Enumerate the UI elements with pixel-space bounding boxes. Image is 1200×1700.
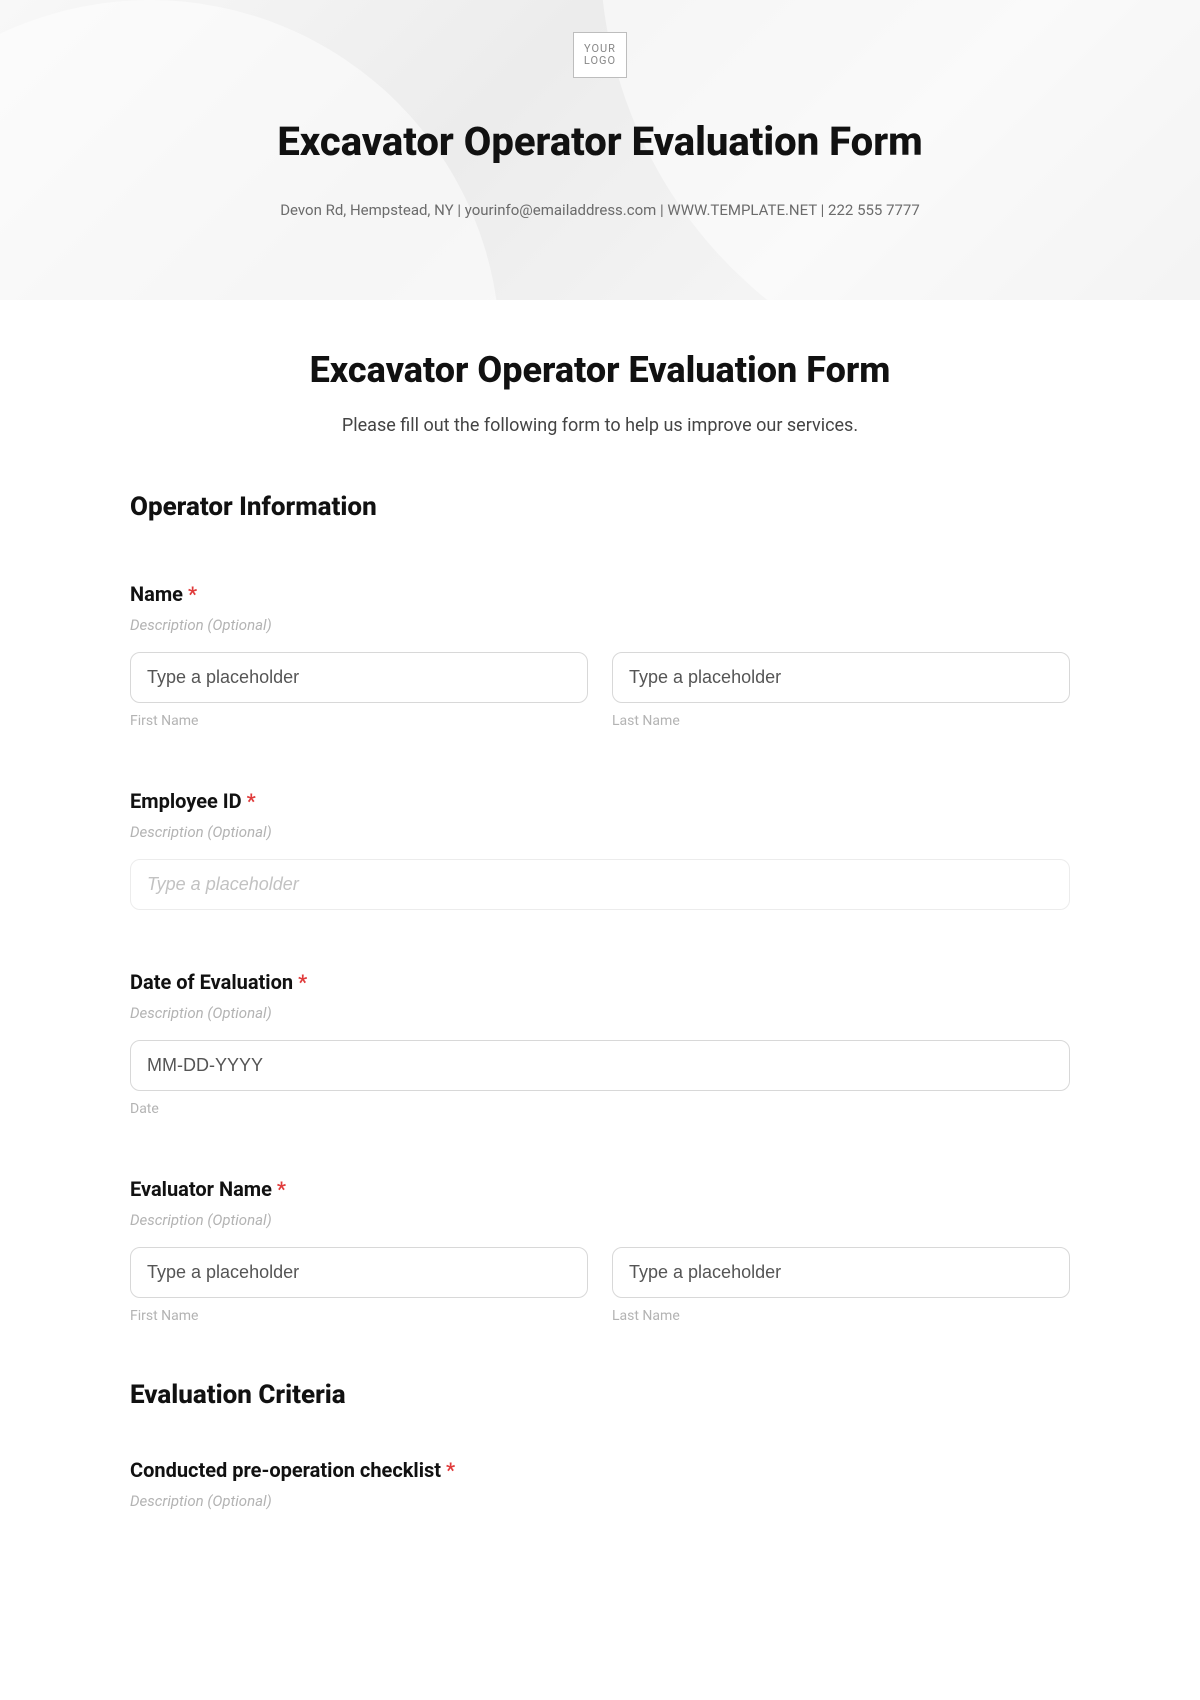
evaluator-last-name-sublabel: Last Name <box>612 1308 1070 1324</box>
field-employee-id: Employee ID * Description (Optional) <box>130 789 1070 910</box>
field-label: Name * <box>130 582 1070 606</box>
page-title: Excavator Operator Evaluation Form <box>0 118 1200 165</box>
form-title: Excavator Operator Evaluation Form <box>130 349 1070 391</box>
first-name-sublabel: First Name <box>130 713 588 729</box>
form-description: Please fill out the following form to he… <box>130 415 1070 436</box>
field-description: Description (Optional) <box>130 1004 1070 1022</box>
required-marker: * <box>247 789 256 813</box>
label-text: Name <box>130 582 183 606</box>
date-sublabel: Date <box>130 1101 1070 1117</box>
logo-line2: LOGO <box>584 55 616 67</box>
label-text: Conducted pre-operation checklist <box>130 1458 441 1482</box>
date-evaluation-input[interactable] <box>130 1040 1070 1091</box>
field-preop-checklist: Conducted pre-operation checklist * Desc… <box>130 1458 1070 1510</box>
field-description: Description (Optional) <box>130 823 1070 841</box>
field-label: Date of Evaluation * <box>130 970 1070 994</box>
evaluator-first-name-sublabel: First Name <box>130 1308 588 1324</box>
section-evaluation-criteria: Evaluation Criteria <box>130 1380 1070 1410</box>
evaluator-first-name-input[interactable] <box>130 1247 588 1298</box>
field-label: Conducted pre-operation checklist * <box>130 1458 1070 1482</box>
header-contact-line: Devon Rd, Hempstead, NY | yourinfo@email… <box>0 201 1200 219</box>
last-name-input[interactable] <box>612 652 1070 703</box>
required-marker: * <box>277 1177 286 1201</box>
label-text: Evaluator Name <box>130 1177 272 1201</box>
label-text: Employee ID <box>130 789 242 813</box>
field-label: Evaluator Name * <box>130 1177 1070 1201</box>
first-name-input[interactable] <box>130 652 588 703</box>
field-name: Name * Description (Optional) First Name… <box>130 582 1070 729</box>
logo-placeholder: YOUR LOGO <box>573 32 627 78</box>
last-name-sublabel: Last Name <box>612 713 1070 729</box>
required-marker: * <box>446 1458 455 1482</box>
field-description: Description (Optional) <box>130 616 1070 634</box>
field-description: Description (Optional) <box>130 1211 1070 1229</box>
field-description: Description (Optional) <box>130 1492 1070 1510</box>
field-label: Employee ID * <box>130 789 1070 813</box>
required-marker: * <box>188 582 197 606</box>
required-marker: * <box>298 970 307 994</box>
field-date-evaluation: Date of Evaluation * Description (Option… <box>130 970 1070 1117</box>
section-operator-information: Operator Information <box>130 492 1070 522</box>
field-evaluator-name: Evaluator Name * Description (Optional) … <box>130 1177 1070 1324</box>
label-text: Date of Evaluation <box>130 970 293 994</box>
employee-id-input[interactable] <box>130 859 1070 910</box>
evaluator-last-name-input[interactable] <box>612 1247 1070 1298</box>
